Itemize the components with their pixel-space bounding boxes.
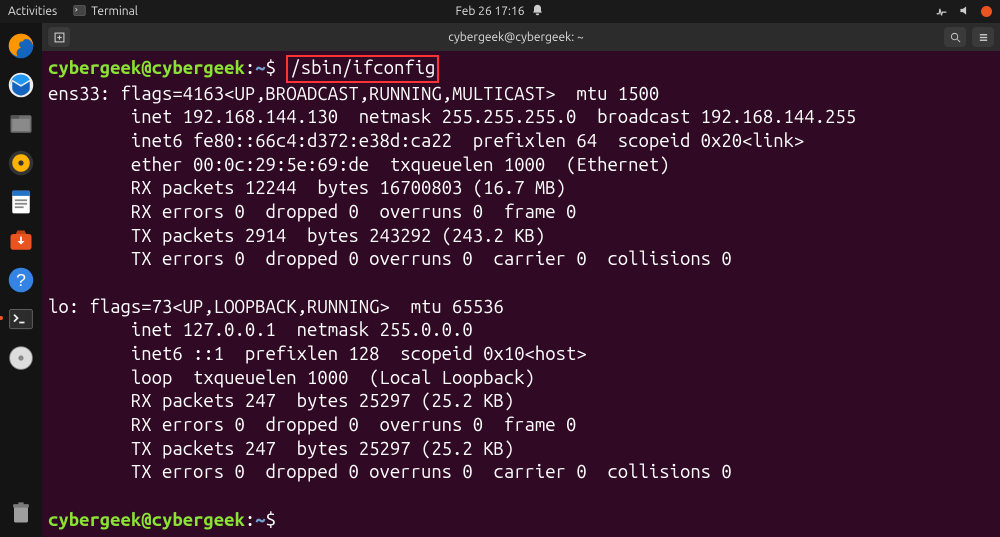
prompt-user: cybergeek <box>48 510 141 530</box>
app-menu-label: Terminal <box>91 5 138 18</box>
prompt-host: cybergeek <box>152 58 245 78</box>
window-title: cybergeek@cybergeek: ~ <box>88 31 944 44</box>
prompt-user: cybergeek <box>48 58 141 78</box>
output-line: inet6 fe80::66c4:d372:e38d:ca22 prefixle… <box>48 131 804 151</box>
terminal-output-area[interactable]: cybergeek@cybergeek:~$ /sbin/ifconfig en… <box>42 51 1000 537</box>
output-line: TX packets 2914 bytes 243292 (243.2 KB) <box>48 226 545 246</box>
command-highlight: /sbin/ifconfig <box>286 55 439 83</box>
command-text: /sbin/ifconfig <box>290 58 435 78</box>
output-line: TX errors 0 dropped 0 overruns 0 carrier… <box>48 249 732 269</box>
prompt-dollar: $ <box>266 510 276 530</box>
trash-icon[interactable] <box>4 495 38 529</box>
libreoffice-writer-icon[interactable] <box>4 185 38 219</box>
network-icon <box>935 4 948 20</box>
prompt-dollar: $ <box>266 58 276 78</box>
power-icon <box>981 6 992 17</box>
output-line: TX packets 247 bytes 25297 (25.2 KB) <box>48 439 514 459</box>
prompt-path: ~ <box>255 58 265 78</box>
datetime-label: Feb 26 17:16 <box>455 5 524 18</box>
clock[interactable]: Feb 26 17:16 <box>455 3 544 20</box>
files-icon[interactable] <box>4 107 38 141</box>
menu-button[interactable] <box>972 27 994 47</box>
output-line: ens33: flags=4163<UP,BROADCAST,RUNNING,M… <box>48 84 659 104</box>
output-line: RX errors 0 dropped 0 overruns 0 frame 0 <box>48 202 576 222</box>
rhythmbox-icon[interactable] <box>4 146 38 180</box>
prompt-at: @ <box>141 510 151 530</box>
output-line: inet6 ::1 prefixlen 128 scopeid 0x10<hos… <box>48 344 587 364</box>
terminal-small-icon <box>73 4 86 20</box>
terminal-window: cybergeek@cybergeek: ~ cybergeek@cyberge… <box>42 23 1000 537</box>
app-menu[interactable]: Terminal <box>73 4 138 20</box>
output-line: inet 127.0.0.1 netmask 255.0.0.0 <box>48 320 473 340</box>
ubuntu-software-icon[interactable] <box>4 224 38 258</box>
notification-icon <box>531 3 545 20</box>
prompt-path: ~ <box>255 510 265 530</box>
output-line: lo: flags=73<UP,LOOPBACK,RUNNING> mtu 65… <box>48 297 504 317</box>
terminal-icon[interactable] <box>4 302 38 336</box>
help-icon[interactable]: ? <box>4 263 38 297</box>
output-line: TX errors 0 dropped 0 overruns 0 carrier… <box>48 462 732 482</box>
output-line: inet 192.168.144.130 netmask 255.255.255… <box>48 107 856 127</box>
window-titlebar[interactable]: cybergeek@cybergeek: ~ <box>42 23 1000 51</box>
volume-icon <box>958 4 971 20</box>
output-line: RX errors 0 dropped 0 overruns 0 frame 0 <box>48 415 576 435</box>
firefox-icon[interactable] <box>4 29 38 63</box>
new-tab-button[interactable] <box>48 27 70 47</box>
output-line: RX packets 247 bytes 25297 (25.2 KB) <box>48 391 514 411</box>
svg-text:?: ? <box>16 270 26 290</box>
search-button[interactable] <box>944 27 966 47</box>
activities-button[interactable]: Activities <box>8 5 57 18</box>
output-line: RX packets 12244 bytes 16700803 (16.7 MB… <box>48 178 566 198</box>
output-line: loop txqueuelen 1000 (Local Loopback) <box>48 368 535 388</box>
prompt-host: cybergeek <box>152 510 245 530</box>
gnome-topbar: Activities Terminal Feb 26 17:16 <box>0 0 1000 23</box>
prompt-colon: : <box>245 510 255 530</box>
output-line: ether 00:0c:29:5e:69:de txqueuelen 1000 … <box>48 155 670 175</box>
ubuntu-dock: ? <box>0 23 42 537</box>
disk-icon[interactable] <box>4 341 38 375</box>
prompt-at: @ <box>141 58 151 78</box>
prompt-colon: : <box>245 58 255 78</box>
system-status-area[interactable] <box>935 4 992 20</box>
thunderbird-icon[interactable] <box>4 68 38 102</box>
